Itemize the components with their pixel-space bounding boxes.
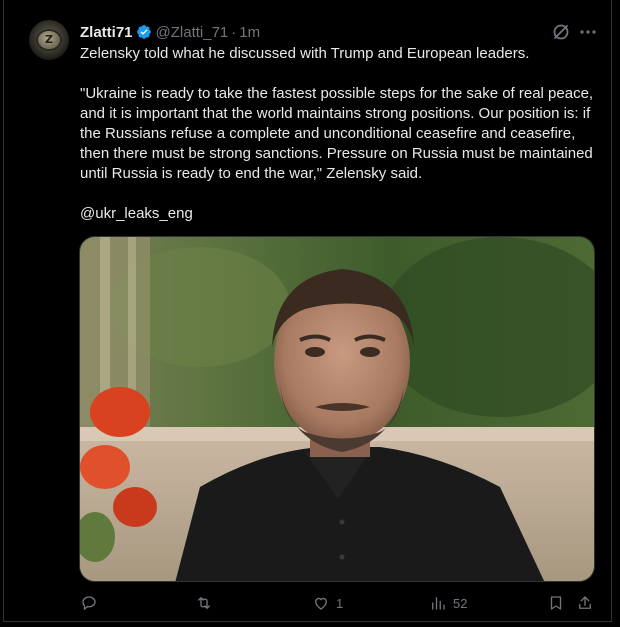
verified-badge-icon — [136, 25, 151, 39]
tweet-photo[interactable] — [79, 236, 595, 582]
avatar[interactable]: Z — [29, 20, 69, 60]
grok-icon[interactable] — [551, 22, 571, 42]
views-chart-icon — [432, 597, 445, 610]
heart-icon — [315, 597, 327, 610]
photo-portrait-image — [80, 237, 594, 581]
views-button[interactable]: 52 — [429, 592, 467, 614]
share-button[interactable] — [576, 592, 594, 614]
tweet-header: Zlatti71 @Zlatti_71 · 1m — [80, 22, 260, 42]
retweet-button[interactable] — [195, 592, 219, 614]
action-bar: 1 52 — [80, 592, 600, 614]
like-button[interactable]: 1 — [312, 592, 343, 614]
reply-button[interactable] — [80, 592, 104, 614]
tweet-card[interactable]: Z Zlatti71 @Zlatti_71 · 1m Zelensky told… — [3, 0, 612, 622]
tweet-text: Zelensky told what he discussed with Tru… — [80, 45, 594, 222]
avatar-coin-icon: Z — [36, 29, 62, 51]
reply-icon — [82, 596, 96, 611]
views-count: 52 — [453, 595, 468, 611]
display-name[interactable]: Zlatti71 — [80, 24, 133, 41]
share-icon — [579, 596, 591, 609]
more-options-icon[interactable] — [578, 22, 598, 42]
like-count: 1 — [336, 595, 344, 611]
bookmark-button[interactable] — [547, 592, 565, 614]
handle[interactable]: @Zlatti_71 — [156, 24, 229, 41]
retweet-icon — [198, 597, 210, 609]
bookmark-icon — [550, 596, 562, 610]
separator-dot: · — [231, 23, 237, 41]
timestamp[interactable]: 1m — [239, 24, 260, 41]
